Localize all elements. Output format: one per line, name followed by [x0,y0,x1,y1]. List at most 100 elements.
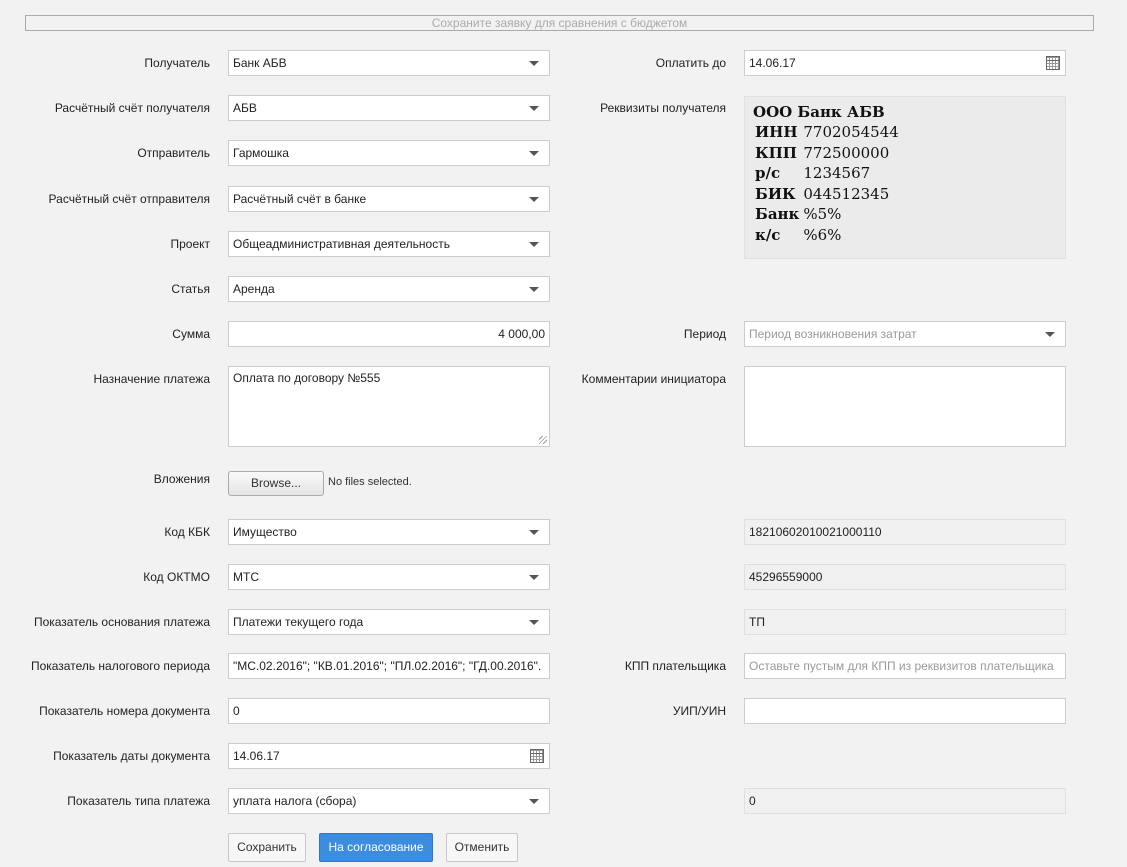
amount-input[interactable]: 4 000,00 [228,321,550,347]
period-select[interactable]: Период возникновения затрат [744,321,1066,347]
recipient-account-select[interactable]: АБВ [228,95,550,121]
purpose-textarea[interactable]: Оплата по договору №555 [228,366,550,447]
chevron-down-icon [529,620,539,625]
kbk-code-field: 18210602010021000110 [744,519,1066,545]
initiator-comments-textarea[interactable] [744,366,1066,447]
basis-code-field: ТП [744,609,1066,635]
chevron-down-icon [529,530,539,535]
basis-value: Платежи текущего года [233,615,364,629]
sender-account-select[interactable]: Расчётный счёт в банке [228,186,550,212]
doc-date-label: Показатель даты документа [53,749,210,763]
chevron-down-icon [529,799,539,804]
period-label: Период [683,327,726,341]
send-for-approval-button[interactable]: На согласование [319,833,433,862]
pay-until-value: 14.06.17 [749,56,796,70]
purpose-value: Оплата по договору №555 [233,371,381,385]
period-placeholder: Период возникновения затрат [749,327,917,341]
requisites-value: 7702054544 [803,123,899,142]
basis-code-value: ТП [749,615,765,629]
requisites-row: БИК 044512345 [755,184,902,205]
amount-value: 4 000,00 [498,327,545,341]
attachments-label: Вложения [153,472,210,486]
kbk-value: Имущество [233,525,297,539]
kbk-select[interactable]: Имущество [228,519,550,545]
payment-type-code-field: 0 [744,788,1066,814]
oktmo-select[interactable]: МТС [228,564,550,590]
requisites-row: Банк %5% [755,204,902,225]
requisites-key: р/с [755,164,781,183]
oktmo-code-field: 45296559000 [744,564,1066,590]
kbk-code-value: 18210602010021000110 [749,525,882,539]
pay-until-label: Оплатить до [655,56,726,70]
requisites-row: ИНН 7702054544 [755,122,902,143]
budget-compare-bar: Сохраните заявку для сравнения с бюджето… [25,15,1094,31]
kbk-label: Код КБК [164,525,210,539]
payer-kpp-label: КПП плательщика [624,659,726,673]
payment-type-select[interactable]: уплата налога (сбора) [228,788,550,814]
tax-period-value: "МС.02.2016"; "КВ.01.2016"; "ПЛ.02.2016"… [233,659,542,673]
basis-select[interactable]: Платежи текущего года [228,609,550,635]
sender-select[interactable]: Гармошка [228,140,550,166]
sender-label: Отправитель [137,146,210,160]
pay-until-input[interactable]: 14.06.17 [744,50,1066,76]
sender-value: Гармошка [233,146,289,160]
requisites-value: %6% [803,225,842,244]
chevron-down-icon [529,61,539,66]
payment-type-label: Показатель типа платежа [67,794,210,808]
requisites-title: ООО Банк АБВ [753,103,885,121]
doc-number-input[interactable]: 0 [228,698,550,724]
tax-period-label: Показатель налогового периода [30,659,210,673]
cancel-button[interactable]: Отменить [446,833,518,862]
oktmo-label: Код ОКТМО [143,570,210,584]
sender-account-value: Расчётный счёт в банке [233,192,367,206]
requisites-value: 1234567 [803,164,871,183]
recipient-account-label: Расчётный счёт получателя [54,101,210,115]
article-select[interactable]: Аренда [228,276,550,302]
recipient-label: Получатель [144,56,210,70]
chevron-down-icon [529,575,539,580]
requisites-row: р/с 1234567 [755,163,902,184]
chevron-down-icon [529,242,539,247]
payment-type-value: уплата налога (сбора) [233,794,357,808]
recipient-account-value: АБВ [233,101,257,115]
calendar-icon[interactable] [1046,56,1060,70]
oktmo-code-value: 45296559000 [749,570,823,584]
project-value: Общеадминистративная деятельность [233,237,450,251]
doc-date-input[interactable]: 14.06.17 [228,743,550,769]
project-select[interactable]: Общеадминистративная деятельность [228,231,550,257]
requisites-key: к/с [755,225,781,244]
chevron-down-icon [529,106,539,111]
calendar-icon[interactable] [530,749,544,763]
recipient-value: Банк АБВ [233,56,287,70]
doc-number-label: Показатель номера документа [39,704,210,718]
initiator-comments-label: Комментарии инициатора [581,372,726,386]
requisites-value: 044512345 [803,184,890,203]
requisites-value: %5% [803,205,842,224]
article-value: Аренда [233,282,275,296]
amount-label: Сумма [172,327,210,341]
oktmo-value: МТС [233,570,259,584]
basis-label: Показатель основания платежа [33,615,210,629]
chevron-down-icon [529,287,539,292]
tax-period-input[interactable]: "МС.02.2016"; "КВ.01.2016"; "ПЛ.02.2016"… [228,653,550,679]
browse-button[interactable]: Browse... [228,471,324,496]
recipient-select[interactable]: Банк АБВ [228,50,550,76]
requisites-row: КПП 772500000 [755,143,902,164]
doc-number-value: 0 [233,704,240,718]
resize-grip-icon[interactable] [539,436,547,444]
payer-kpp-input[interactable]: Оставьте пустым для КПП из реквизитов пл… [744,653,1066,679]
requisites-key: КПП [755,143,797,162]
requisites-key: БИК [755,184,796,203]
requisites-row: к/с %6% [755,225,902,246]
chevron-down-icon [529,151,539,156]
project-label: Проект [170,237,210,251]
uip-label: УИП/УИН [672,704,726,718]
doc-date-value: 14.06.17 [233,749,280,763]
article-label: Статья [171,282,210,296]
recipient-requisites-panel: ООО Банк АБВ ИНН 7702054544 КПП 772500000 … [744,96,1066,259]
save-button[interactable]: Сохранить [228,833,306,862]
purpose-label: Назначение платежа [93,372,210,386]
requisites-label: Реквизиты получателя [600,101,726,115]
uip-input[interactable] [744,698,1066,724]
requisites-table: ИНН 7702054544 КПП 772500000 р/с 1234567 БИ… [755,122,902,245]
